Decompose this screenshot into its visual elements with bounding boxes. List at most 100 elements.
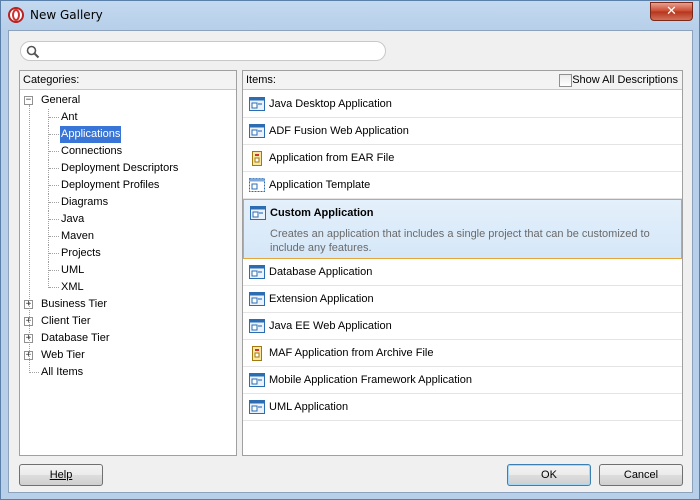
tree-connector [49,287,59,288]
item-label: MAF Application from Archive File [269,347,434,359]
tree-item-ant[interactable]: Ant [20,109,236,126]
items-list: Java Desktop Application ADF Fusion Web A… [243,91,682,421]
title-bar[interactable]: New Gallery ✕ [1,1,699,29]
item-java-ee-web-application[interactable]: Java EE Web Application [243,313,682,340]
show-all-descriptions-checkbox[interactable] [559,74,572,87]
collapse-icon[interactable]: − [24,96,33,105]
item-label: UML Application [269,401,349,413]
item-extension-application[interactable]: Extension Application [243,286,682,313]
categories-tree: − General Ant Applications Connections Deploy… [20,92,236,381]
tree-item-label: XML [61,281,84,293]
archive-icon [249,346,265,361]
tree-connector [49,117,59,118]
tree-item-label: Java [61,213,85,225]
tree-item-applications[interactable]: Applications [20,126,236,143]
items-panel: Items: Show All Descriptions Java Deskto… [242,70,683,456]
tree-node-label: Web Tier [41,349,85,361]
item-label: Java Desktop Application [269,98,392,110]
item-label: Database Application [269,266,373,278]
tree-node-label: Business Tier [41,298,108,310]
item-label: Application from EAR File [269,152,395,164]
tree-item-label: Applications [60,126,122,143]
tree-node-client-tier[interactable]: + Client Tier [20,313,236,330]
cancel-button[interactable]: Cancel [599,464,683,486]
item-maf-application-from-archive-file[interactable]: MAF Application from Archive File [243,340,682,367]
search-input[interactable] [43,44,373,58]
tree-connector [49,168,59,169]
tree-item-label: Maven [61,230,95,242]
tree-connector [49,151,59,152]
tree-connector [49,202,59,203]
item-description: Creates an application that includes a s… [270,228,650,254]
search-icon [26,45,40,59]
items-header-label: Items: [246,74,276,86]
item-label: Java EE Web Application [269,320,392,332]
cancel-button-label: Cancel [623,469,659,481]
item-label: Application Template [269,179,371,191]
help-button-label: Help [49,469,73,481]
tree-node-general[interactable]: − General [20,92,236,109]
tree-connector [49,185,59,186]
tree-item-projects[interactable]: Projects [20,245,236,262]
item-label: Extension Application [269,293,374,305]
tree-item-label: Deployment Profiles [61,179,160,191]
tree-item-label: All Items [41,366,84,378]
tree-node-label: Database Tier [41,332,110,344]
tree-node-web-tier[interactable]: + Web Tier [20,347,236,364]
tree-connector [49,219,59,220]
tree-connector [49,270,59,271]
application-icon [249,265,265,280]
tree-item-label: Diagrams [61,196,109,208]
tree-item-label: Deployment Descriptors [61,162,179,174]
tree-item-label: Connections [61,145,123,157]
tree-item-xml[interactable]: XML [20,279,236,296]
tree-connector [49,236,59,237]
item-application-from-ear-file[interactable]: Application from EAR File [243,145,682,172]
tree-connector [49,253,59,254]
tree-item-maven[interactable]: Maven [20,228,236,245]
categories-header-label: Categories: [23,74,80,86]
close-button[interactable]: ✕ [650,2,693,21]
tree-item-diagrams[interactable]: Diagrams [20,194,236,211]
application-icon [249,400,265,415]
tree-connector [29,372,39,373]
tree-node-label: General [41,94,81,106]
item-application-template[interactable]: Application Template [243,172,682,199]
item-adf-fusion-web-application[interactable]: ADF Fusion Web Application [243,118,682,145]
item-label: ADF Fusion Web Application [269,125,409,137]
item-java-desktop-application[interactable]: Java Desktop Application [243,91,682,118]
tree-item-connections[interactable]: Connections [20,143,236,160]
dialog-client-area: Categories: − General Ant Applications Conne… [8,30,693,493]
item-custom-application[interactable]: Custom Application Creates an application… [243,199,682,259]
jdeveloper-logo-icon [8,7,24,23]
application-icon [249,319,265,334]
tree-item-deployment-descriptors[interactable]: Deployment Descriptors [20,160,236,177]
ok-button-label: OK [541,469,557,481]
item-mobile-application-framework-application[interactable]: Mobile Application Framework Application [243,367,682,394]
item-database-application[interactable]: Database Application [243,259,682,286]
show-all-descriptions[interactable]: Show All Descriptions [558,73,678,88]
tree-connector [29,105,30,373]
application-icon [249,292,265,307]
tree-connector [49,134,59,135]
tree-item-label: UML [61,264,85,276]
tree-item-all-items[interactable]: All Items [20,364,236,381]
application-icon [250,206,266,221]
template-icon [249,178,265,193]
ok-button[interactable]: OK [507,464,591,486]
tree-node-business-tier[interactable]: + Business Tier [20,296,236,313]
search-box[interactable] [20,41,386,61]
tree-node-label: Client Tier [41,315,91,327]
help-button[interactable]: Help [19,464,103,486]
archive-icon [249,151,265,166]
show-all-descriptions-label: Show All Descriptions [572,74,678,86]
tree-node-database-tier[interactable]: + Database Tier [20,330,236,347]
application-icon [249,124,265,139]
tree-item-java[interactable]: Java [20,211,236,228]
item-uml-application[interactable]: UML Application [243,394,682,421]
item-label: Mobile Application Framework Application [269,374,472,386]
tree-item-label: Projects [61,247,101,259]
tree-item-deployment-profiles[interactable]: Deployment Profiles [20,177,236,194]
tree-item-uml[interactable]: UML [20,262,236,279]
application-icon [249,373,265,388]
